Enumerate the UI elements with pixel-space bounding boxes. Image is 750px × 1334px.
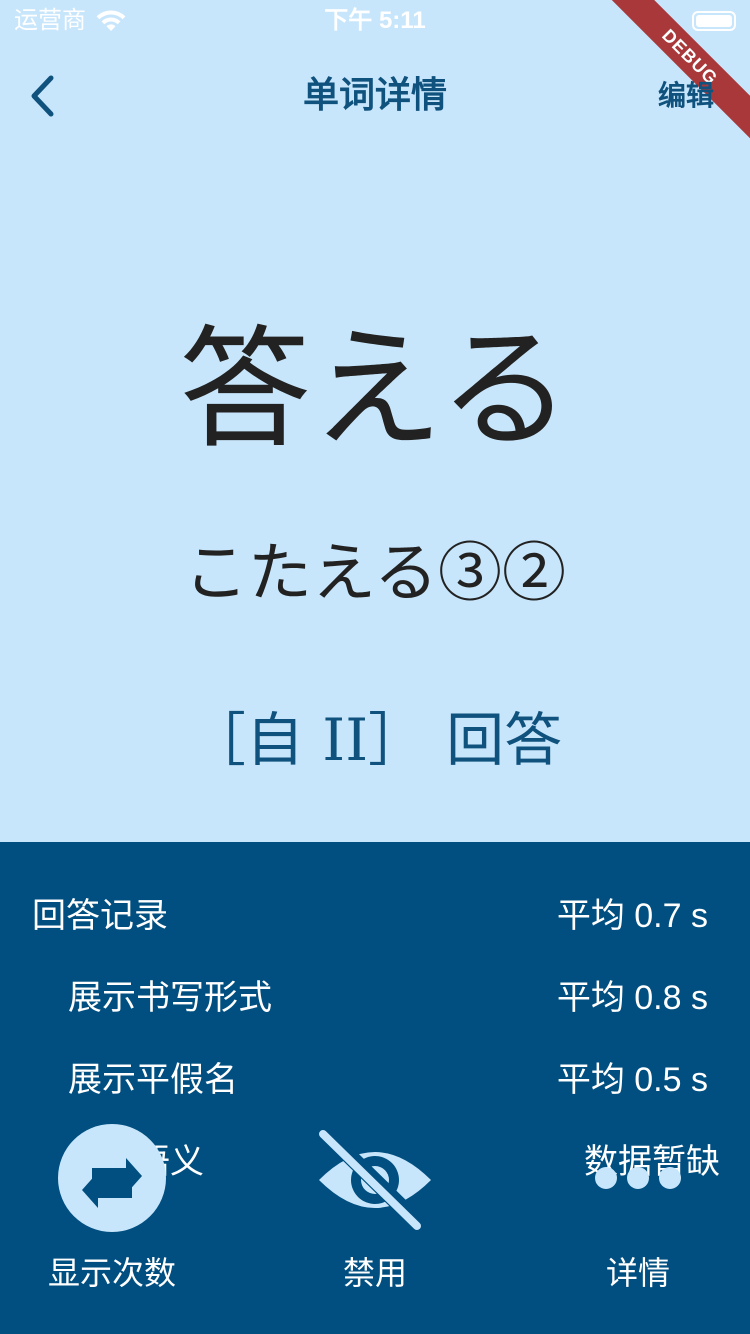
details-label: 详情: [605, 1254, 670, 1292]
navigation-bar: 单词详情 编辑: [0, 44, 750, 144]
word-reading: こたえる③②: [183, 537, 567, 611]
stats-panel: 回答记录 平均 0.7 s 展示书写形式 平均 0.8 s 展示平假名 平均 0…: [0, 842, 750, 1334]
more-dots-icon: [595, 1167, 681, 1189]
part-of-speech: ［自 II］: [187, 706, 427, 774]
swap-arrows-icon: [58, 1124, 166, 1232]
clock: 下午 5:11: [324, 7, 426, 34]
disable-label: 禁用: [342, 1254, 407, 1292]
battery-icon: [692, 11, 736, 31]
status-bar: 运营商 下午 5:11: [0, 0, 750, 44]
eye-off-icon: [319, 1128, 431, 1232]
edit-button[interactable]: 编辑: [658, 76, 714, 116]
word-meaning: 回答: [446, 706, 563, 774]
word-writing: 答える: [178, 313, 572, 467]
word-meaning-line: ［自 II］ 回答: [0, 700, 750, 780]
show-count-button[interactable]: 显示次数: [0, 842, 224, 1334]
show-count-label: 显示次数: [47, 1254, 176, 1292]
disable-button[interactable]: 禁用: [263, 842, 487, 1334]
page-title: 单词详情: [302, 75, 447, 116]
details-button[interactable]: 详情: [526, 842, 750, 1334]
